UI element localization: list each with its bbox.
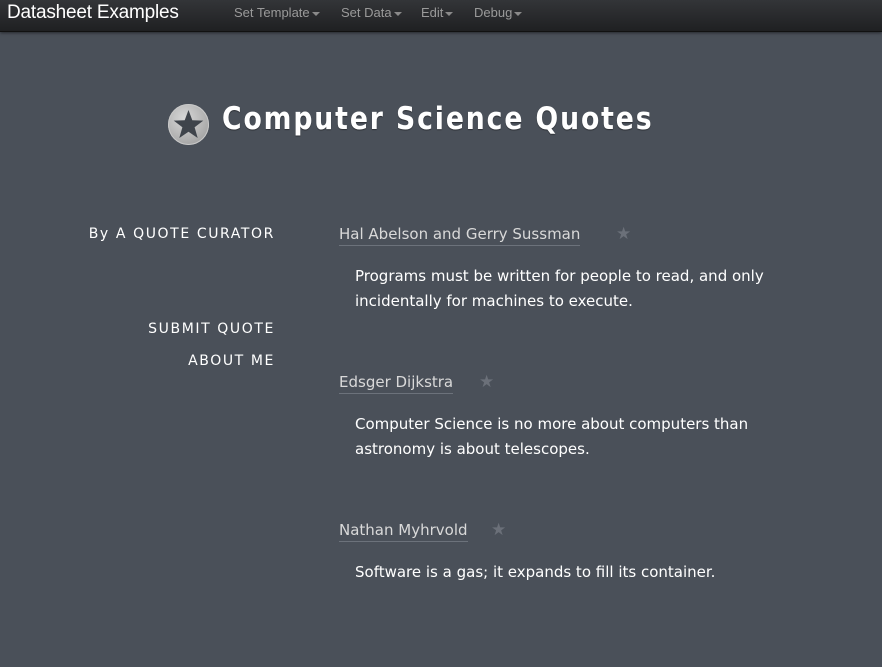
- quote-text: Programs must be written for people to r…: [355, 267, 764, 310]
- about-me-link[interactable]: ABOUT ME: [188, 353, 275, 369]
- favorite-star-icon[interactable]: ★: [479, 372, 494, 392]
- quote-author[interactable]: Edsger Dijkstra: [339, 373, 454, 394]
- quote-text: Computer Science is no more about comput…: [355, 415, 749, 458]
- favorite-star-icon[interactable]: ★: [616, 224, 631, 244]
- menu-set-template[interactable]: Set Template: [234, 5, 320, 20]
- menu-set-data[interactable]: Set Data: [341, 5, 402, 20]
- navbar: Datasheet Examples Set Template Set Data…: [0, 0, 882, 32]
- sidebar-byline: By A QUOTE CURATOR: [88, 226, 275, 242]
- quote-text: Software is a gas; it expands to fill it…: [355, 563, 716, 581]
- quote-author[interactable]: Hal Abelson and Gerry Sussman: [339, 225, 581, 246]
- star-icon: [168, 104, 209, 145]
- quote-author[interactable]: Nathan Myhrvold: [339, 521, 468, 542]
- menu-label: Edit: [421, 5, 444, 20]
- menu-label: Set Template: [234, 5, 310, 20]
- brand-title[interactable]: Datasheet Examples: [7, 1, 179, 25]
- sidebar-link-submit-quote[interactable]: SUBMIT QUOTE: [148, 321, 275, 337]
- page-title: Computer Science Quotes: [222, 101, 654, 137]
- caret-down-icon: [311, 11, 320, 16]
- menu-label: Debug: [474, 5, 513, 20]
- menu-edit[interactable]: Edit: [421, 5, 454, 20]
- favorite-star-icon[interactable]: ★: [491, 520, 506, 540]
- caret-down-icon: [445, 11, 454, 16]
- submit-quote-link[interactable]: SUBMIT QUOTE: [148, 321, 275, 337]
- menu-debug[interactable]: Debug: [474, 5, 523, 20]
- menu-label: Set Data: [341, 5, 392, 20]
- sidebar-link-about-me[interactable]: ABOUT ME: [188, 353, 275, 369]
- caret-down-icon: [514, 11, 523, 16]
- caret-down-icon: [393, 11, 402, 16]
